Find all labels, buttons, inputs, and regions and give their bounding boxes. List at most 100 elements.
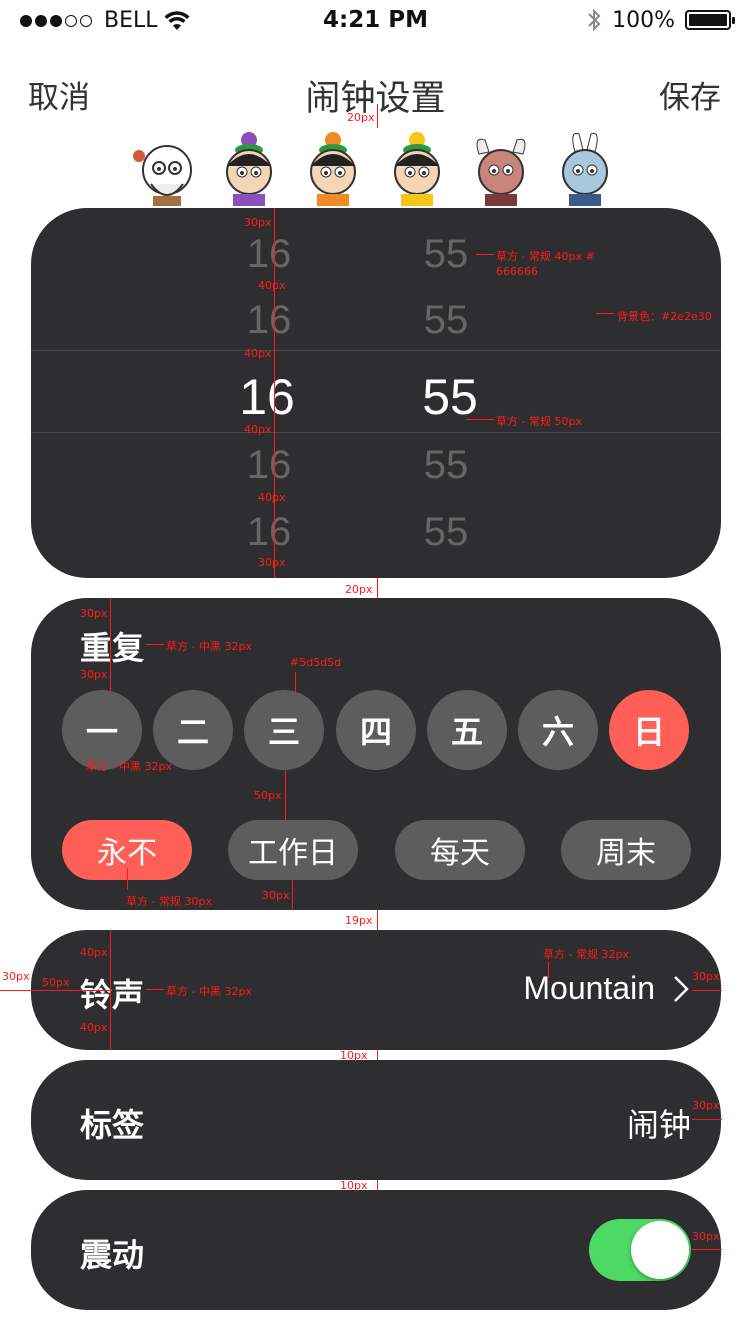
mascot-old-man-icon [133, 145, 192, 206]
annotation-line [127, 868, 128, 890]
selection-line-top [31, 350, 721, 351]
hour-selected[interactable]: 16 [207, 368, 327, 426]
annotation-line [476, 254, 494, 255]
annotation-line [110, 598, 111, 690]
annotation: 10px [340, 1049, 368, 1062]
status-bar: BELL 4:21 PM 100% [0, 0, 751, 40]
annotation: 草方 - 中黑 32px [166, 985, 252, 998]
annotation: 草方 - 常规 50px [496, 415, 582, 428]
annotation: 30px [692, 970, 720, 983]
time-picker[interactable]: 16 16 16 16 16 55 55 55 55 55 [31, 208, 721, 578]
battery-icon [685, 10, 735, 30]
day-sat-button[interactable]: 六 [518, 690, 598, 770]
hour-option[interactable]: 16 [209, 232, 329, 277]
minute-option[interactable]: 55 [386, 510, 506, 555]
hour-option[interactable]: 16 [209, 298, 329, 343]
annotation: 666666 [496, 265, 538, 278]
annotation-line [377, 104, 378, 128]
mascot-yellow-gourd-icon [394, 132, 440, 206]
annotation: 草方 - 常规 30px [126, 895, 212, 908]
day-wed-button[interactable]: 三 [244, 690, 324, 770]
annotation-line [466, 419, 494, 420]
tag-label: 标签 [80, 1106, 145, 1144]
annotation: 50px [42, 976, 70, 989]
day-fri-button[interactable]: 五 [427, 690, 507, 770]
annotation: 30px [2, 970, 30, 983]
annotation: 50px [254, 789, 282, 802]
annotation: 20px [347, 111, 375, 124]
annotation: 19px [345, 914, 373, 927]
vibrate-row: 震动 [31, 1190, 721, 1310]
annotation-line [692, 1119, 722, 1120]
annotation-line [377, 910, 378, 930]
hour-option[interactable]: 16 [209, 510, 329, 555]
annotation-line [274, 208, 275, 578]
tag-row[interactable]: 标签 闹钟 [31, 1060, 721, 1180]
annotation: 草方 - 中黑 32px [86, 760, 172, 773]
annotation: 30px [692, 1099, 720, 1112]
mascot-horned-demon-icon [476, 138, 526, 206]
preset-workdays-button[interactable]: 工作日 [228, 820, 358, 880]
preset-everyday-button[interactable]: 每天 [395, 820, 525, 880]
save-button[interactable]: 保存 [659, 72, 721, 117]
annotation: 草方 - 常规 32px [543, 948, 629, 961]
hour-option[interactable]: 16 [209, 443, 329, 488]
bluetooth-icon [588, 8, 601, 32]
mascot-orange-gourd-icon [310, 132, 356, 206]
annotation-line [110, 930, 111, 1050]
annotation: 40px [258, 491, 286, 504]
annotation-line [292, 880, 293, 910]
mascot-illustration [125, 128, 625, 206]
toggle-knob [631, 1221, 689, 1279]
annotation-line [146, 989, 164, 990]
mascot-purple-gourd-icon [226, 132, 272, 206]
vibrate-label: 震动 [80, 1236, 145, 1274]
vibrate-toggle[interactable] [589, 1219, 691, 1281]
annotation-line [285, 770, 286, 820]
annotation: 30px [692, 1230, 720, 1243]
minute-selected[interactable]: 55 [390, 368, 510, 426]
annotation: 草方 - 中黑 32px [166, 640, 252, 653]
selection-line-bottom [31, 432, 721, 433]
annotation-line [692, 990, 722, 991]
ringtone-label: 铃声 [80, 976, 145, 1014]
annotation: 30px [80, 607, 108, 620]
mascot-blue-demon-icon [562, 132, 608, 206]
annotation: #5d5d5d [290, 656, 342, 669]
minute-option[interactable]: 55 [386, 298, 506, 343]
annotation: 草方 - 常规 40px # [496, 250, 595, 263]
annotation: 30px [258, 556, 286, 569]
annotation: 40px [80, 946, 108, 959]
chevron-right-icon [674, 976, 689, 1002]
annotation: 30px [244, 216, 272, 229]
annotation: 背景色：#2e2e30 [617, 310, 712, 323]
annotation-line [295, 672, 296, 694]
day-thu-button[interactable]: 四 [336, 690, 416, 770]
annotation-line [377, 578, 378, 598]
annotation-line [146, 644, 164, 645]
tag-value: 闹钟 [626, 1106, 691, 1144]
annotation: 40px [258, 279, 286, 292]
annotation: 20px [345, 583, 373, 596]
repeat-card: 重复 一 二 三 四 五 六 日 永不 工作日 每天 周末 [31, 598, 721, 910]
annotation: 30px [80, 668, 108, 681]
annotation-line [377, 1180, 378, 1190]
annotation-line [596, 313, 614, 314]
annotation-line [0, 990, 110, 991]
nav-bar: 取消 闹钟设置 保存 [0, 60, 751, 130]
repeat-label: 重复 [80, 629, 145, 667]
annotation-line [377, 1050, 378, 1060]
annotation: 40px [244, 347, 272, 360]
preset-weekend-button[interactable]: 周末 [561, 820, 691, 880]
status-right: 100% [586, 7, 735, 33]
annotation: 40px [80, 1021, 108, 1034]
annotation-line [692, 1249, 722, 1250]
minute-option[interactable]: 55 [386, 443, 506, 488]
annotation-line [548, 962, 549, 978]
day-sun-button[interactable]: 日 [609, 690, 689, 770]
annotation: 10px [340, 1179, 368, 1192]
annotation: 30px [262, 889, 290, 902]
page-title: 闹钟设置 [305, 79, 446, 119]
annotation: 40px [244, 423, 272, 436]
battery-percent: 100% [612, 7, 675, 33]
